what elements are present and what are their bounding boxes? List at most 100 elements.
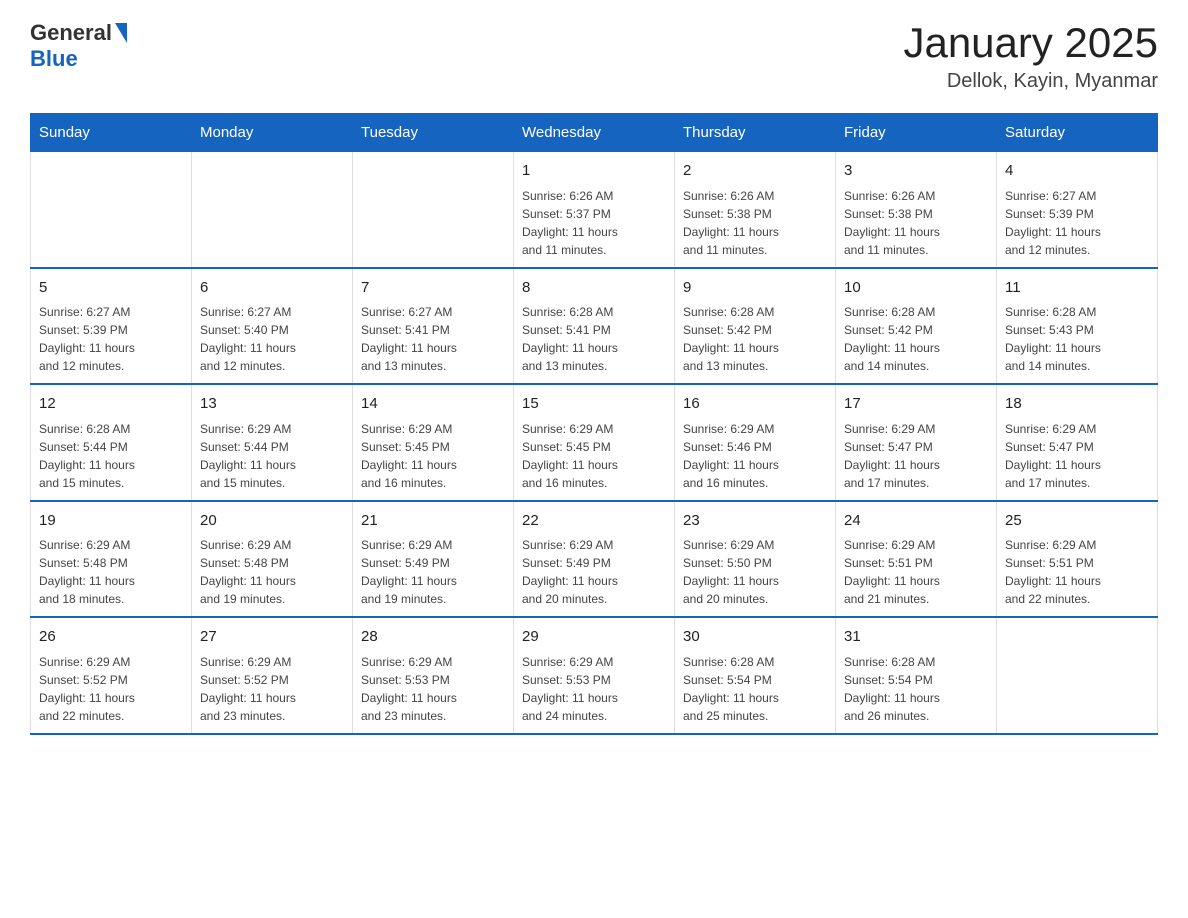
- calendar-cell: 3 Sunrise: 6:26 AM Sunset: 5:38 PM Daylig…: [836, 152, 997, 268]
- day-info: Sunrise: 6:29 AM Sunset: 5:46 PM Dayligh…: [683, 420, 827, 492]
- calendar-cell: 5Sunrise: 6:27 AM Sunset: 5:39 PM Daylig…: [31, 268, 192, 385]
- calendar-body: 1 Sunrise: 6:26 AM Sunset: 5:37 PM Daylig…: [31, 152, 1158, 734]
- day-number: 27: [200, 626, 344, 649]
- day-info: Sunrise: 6:27 AM Sunset: 5:41 PM Dayligh…: [361, 303, 505, 375]
- day-info: Sunrise: 6:28 AM Sunset: 5:54 PM Dayligh…: [683, 653, 827, 725]
- day-number: 1: [522, 160, 666, 183]
- calendar-table: SundayMondayTuesdayWednesdayThursdayFrid…: [30, 113, 1158, 735]
- day-number: 12: [39, 393, 183, 416]
- calendar-weekday-header: Thursday: [675, 114, 836, 152]
- calendar-cell: 1 Sunrise: 6:26 AM Sunset: 5:37 PM Daylig…: [514, 152, 675, 268]
- day-number: 20: [200, 510, 344, 533]
- day-number: 28: [361, 626, 505, 649]
- day-number: 5: [39, 277, 183, 300]
- day-info: Sunrise: 6:28 AM Sunset: 5:54 PM Dayligh…: [844, 653, 988, 725]
- day-info: Sunrise: 6:29 AM Sunset: 5:48 PM Dayligh…: [39, 536, 183, 608]
- calendar-week-row: 12 Sunrise: 6:28 AM Sunset: 5:44 PM Dayli…: [31, 384, 1158, 501]
- calendar-subtitle: Dellok, Kayin, Myanmar: [903, 70, 1158, 93]
- day-number: 31: [844, 626, 988, 649]
- day-number: 24: [844, 510, 988, 533]
- calendar-weekday-header: Saturday: [997, 114, 1158, 152]
- day-number: 16: [683, 393, 827, 416]
- day-number: 30: [683, 626, 827, 649]
- calendar-cell: [353, 152, 514, 268]
- day-number: 8: [522, 277, 666, 300]
- day-info: Sunrise: 6:28 AM Sunset: 5:42 PM Dayligh…: [683, 303, 827, 375]
- calendar-cell: [192, 152, 353, 268]
- calendar-week-row: 19 Sunrise: 6:29 AM Sunset: 5:48 PM Dayli…: [31, 501, 1158, 618]
- day-number: 25: [1005, 510, 1149, 533]
- day-info: Sunrise: 6:28 AM Sunset: 5:44 PM Dayligh…: [39, 420, 183, 492]
- day-info: Sunrise: 6:27 AM Sunset: 5:39 PM Dayligh…: [1005, 187, 1149, 259]
- calendar-cell: 26 Sunrise: 6:29 AM Sunset: 5:52 PM Dayli…: [31, 617, 192, 734]
- day-info: Sunrise: 6:28 AM Sunset: 5:42 PM Dayligh…: [844, 303, 988, 375]
- day-info: Sunrise: 6:29 AM Sunset: 5:49 PM Dayligh…: [361, 536, 505, 608]
- day-info: Sunrise: 6:29 AM Sunset: 5:52 PM Dayligh…: [200, 653, 344, 725]
- calendar-cell: 24 Sunrise: 6:29 AM Sunset: 5:51 PM Dayli…: [836, 501, 997, 618]
- calendar-cell: 4 Sunrise: 6:27 AM Sunset: 5:39 PM Daylig…: [997, 152, 1158, 268]
- calendar-cell: 8 Sunrise: 6:28 AM Sunset: 5:41 PM Daylig…: [514, 268, 675, 385]
- calendar-week-row: 5Sunrise: 6:27 AM Sunset: 5:39 PM Daylig…: [31, 268, 1158, 385]
- day-number: 21: [361, 510, 505, 533]
- day-info: Sunrise: 6:26 AM Sunset: 5:37 PM Dayligh…: [522, 187, 666, 259]
- logo-blue-text: Blue: [30, 46, 78, 72]
- day-info: Sunrise: 6:29 AM Sunset: 5:45 PM Dayligh…: [522, 420, 666, 492]
- calendar-week-row: 1 Sunrise: 6:26 AM Sunset: 5:37 PM Daylig…: [31, 152, 1158, 268]
- calendar-cell: 31 Sunrise: 6:28 AM Sunset: 5:54 PM Dayli…: [836, 617, 997, 734]
- day-info: Sunrise: 6:29 AM Sunset: 5:53 PM Dayligh…: [361, 653, 505, 725]
- day-info: Sunrise: 6:29 AM Sunset: 5:51 PM Dayligh…: [844, 536, 988, 608]
- calendar-cell: 2 Sunrise: 6:26 AM Sunset: 5:38 PM Daylig…: [675, 152, 836, 268]
- day-number: 2: [683, 160, 827, 183]
- calendar-cell: 10 Sunrise: 6:28 AM Sunset: 5:42 PM Dayli…: [836, 268, 997, 385]
- calendar-weekday-header: Tuesday: [353, 114, 514, 152]
- calendar-weekday-header: Friday: [836, 114, 997, 152]
- title-section: January 2025 Dellok, Kayin, Myanmar: [903, 20, 1158, 93]
- calendar-cell: 12 Sunrise: 6:28 AM Sunset: 5:44 PM Dayli…: [31, 384, 192, 501]
- day-info: Sunrise: 6:29 AM Sunset: 5:52 PM Dayligh…: [39, 653, 183, 725]
- calendar-header-row: SundayMondayTuesdayWednesdayThursdayFrid…: [31, 114, 1158, 152]
- day-number: 9: [683, 277, 827, 300]
- day-info: Sunrise: 6:29 AM Sunset: 5:48 PM Dayligh…: [200, 536, 344, 608]
- logo-triangle-icon: [115, 23, 127, 43]
- calendar-cell: 19 Sunrise: 6:29 AM Sunset: 5:48 PM Dayli…: [31, 501, 192, 618]
- day-info: Sunrise: 6:29 AM Sunset: 5:47 PM Dayligh…: [1005, 420, 1149, 492]
- day-number: 10: [844, 277, 988, 300]
- day-info: Sunrise: 6:29 AM Sunset: 5:44 PM Dayligh…: [200, 420, 344, 492]
- calendar-cell: 27 Sunrise: 6:29 AM Sunset: 5:52 PM Dayli…: [192, 617, 353, 734]
- calendar-weekday-header: Wednesday: [514, 114, 675, 152]
- calendar-header: SundayMondayTuesdayWednesdayThursdayFrid…: [31, 114, 1158, 152]
- calendar-cell: 29Sunrise: 6:29 AM Sunset: 5:53 PM Dayli…: [514, 617, 675, 734]
- calendar-cell: 23Sunrise: 6:29 AM Sunset: 5:50 PM Dayli…: [675, 501, 836, 618]
- calendar-weekday-header: Monday: [192, 114, 353, 152]
- day-info: Sunrise: 6:29 AM Sunset: 5:49 PM Dayligh…: [522, 536, 666, 608]
- day-number: 19: [39, 510, 183, 533]
- calendar-cell: [997, 617, 1158, 734]
- day-number: 26: [39, 626, 183, 649]
- day-info: Sunrise: 6:28 AM Sunset: 5:43 PM Dayligh…: [1005, 303, 1149, 375]
- page-header: General Blue January 2025 Dellok, Kayin,…: [30, 20, 1158, 93]
- day-number: 23: [683, 510, 827, 533]
- day-number: 13: [200, 393, 344, 416]
- day-number: 22: [522, 510, 666, 533]
- day-info: Sunrise: 6:26 AM Sunset: 5:38 PM Dayligh…: [683, 187, 827, 259]
- day-info: Sunrise: 6:28 AM Sunset: 5:41 PM Dayligh…: [522, 303, 666, 375]
- calendar-cell: 17Sunrise: 6:29 AM Sunset: 5:47 PM Dayli…: [836, 384, 997, 501]
- calendar-week-row: 26 Sunrise: 6:29 AM Sunset: 5:52 PM Dayli…: [31, 617, 1158, 734]
- calendar-cell: 16 Sunrise: 6:29 AM Sunset: 5:46 PM Dayli…: [675, 384, 836, 501]
- day-info: Sunrise: 6:26 AM Sunset: 5:38 PM Dayligh…: [844, 187, 988, 259]
- day-number: 4: [1005, 160, 1149, 183]
- day-number: 6: [200, 277, 344, 300]
- day-info: Sunrise: 6:29 AM Sunset: 5:51 PM Dayligh…: [1005, 536, 1149, 608]
- day-info: Sunrise: 6:29 AM Sunset: 5:47 PM Dayligh…: [844, 420, 988, 492]
- calendar-cell: 15Sunrise: 6:29 AM Sunset: 5:45 PM Dayli…: [514, 384, 675, 501]
- day-number: 18: [1005, 393, 1149, 416]
- day-info: Sunrise: 6:29 AM Sunset: 5:45 PM Dayligh…: [361, 420, 505, 492]
- day-number: 29: [522, 626, 666, 649]
- calendar-cell: 9 Sunrise: 6:28 AM Sunset: 5:42 PM Daylig…: [675, 268, 836, 385]
- calendar-cell: 7 Sunrise: 6:27 AM Sunset: 5:41 PM Daylig…: [353, 268, 514, 385]
- day-number: 3: [844, 160, 988, 183]
- day-number: 7: [361, 277, 505, 300]
- calendar-weekday-header: Sunday: [31, 114, 192, 152]
- calendar-cell: [31, 152, 192, 268]
- calendar-cell: 21 Sunrise: 6:29 AM Sunset: 5:49 PM Dayli…: [353, 501, 514, 618]
